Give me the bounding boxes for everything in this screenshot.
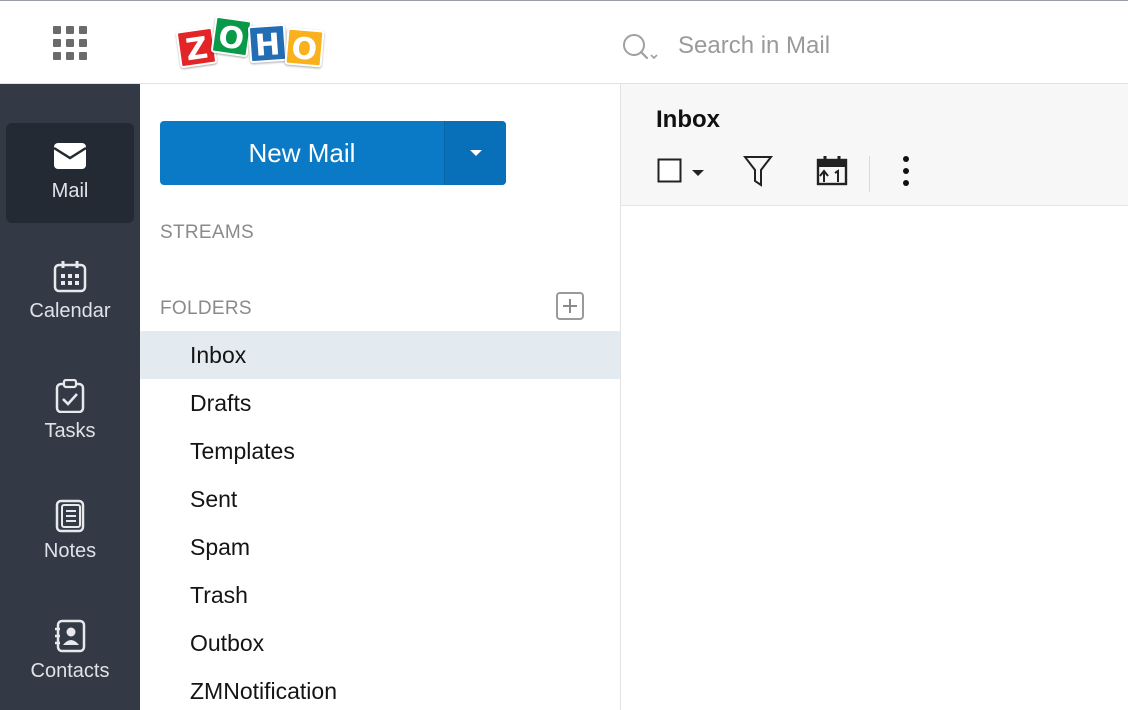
more-options-icon[interactable] (899, 154, 913, 190)
page-title: Inbox (656, 106, 720, 133)
new-mail-button[interactable]: New Mail (160, 121, 506, 185)
logo-letter-o1: O (210, 15, 253, 58)
folder-item-trash[interactable]: Trash (140, 571, 620, 619)
search-icon[interactable] (620, 31, 660, 63)
add-folder-plus-icon[interactable] (556, 292, 584, 320)
rail-label: Mail (51, 180, 89, 202)
rail-label: Contacts (30, 660, 110, 682)
folders-section-label[interactable]: FOLDERS (160, 298, 252, 320)
rail-item-calendar[interactable]: Calendar (6, 243, 134, 343)
calendar-sort-icon[interactable] (815, 154, 849, 188)
search-input[interactable]: Search in Mail (678, 32, 830, 60)
rail-item-tasks[interactable]: Tasks (6, 363, 134, 463)
new-mail-dropdown-chevron-down-icon[interactable] (444, 121, 506, 185)
select-all-checkbox[interactable] (657, 158, 707, 186)
contacts-icon (55, 619, 86, 653)
zoho-logo: Z O H O (175, 15, 326, 71)
folder-item-inbox[interactable]: Inbox (140, 331, 620, 379)
app-launcher-grid-icon[interactable] (53, 26, 87, 60)
folder-item-zmnotification[interactable]: ZMNotification (140, 667, 620, 710)
calendar-icon (53, 261, 87, 293)
rail-item-notes[interactable]: Notes (6, 483, 134, 583)
rail-item-contacts[interactable]: Contacts (6, 603, 134, 703)
logo-letter-h: H (247, 23, 288, 64)
rail-item-mail[interactable]: Mail (6, 123, 134, 223)
folder-item-templates[interactable]: Templates (140, 427, 620, 475)
mail-icon (53, 143, 87, 169)
logo-letter-o2: O (284, 27, 325, 68)
app-rail: Mail Calendar Tasks Notes Contacts (0, 84, 140, 710)
filter-icon[interactable] (743, 154, 773, 188)
top-bar: Z O H O Search in Mail (0, 1, 1128, 84)
new-mail-label: New Mail (248, 138, 356, 168)
mail-list-header: Inbox (621, 84, 1128, 206)
folder-item-spam[interactable]: Spam (140, 523, 620, 571)
rail-label: Notes (43, 540, 97, 562)
mail-list-pane: Inbox (621, 84, 1128, 710)
streams-section-label[interactable]: STREAMS (160, 222, 254, 244)
tasks-icon (55, 379, 85, 413)
folder-item-sent[interactable]: Sent (140, 475, 620, 523)
folder-item-drafts[interactable]: Drafts (140, 379, 620, 427)
toolbar-divider (869, 156, 870, 192)
folder-list: Inbox Drafts Templates Sent Spam Trash O… (140, 331, 620, 710)
zoho-mail-app: Z O H O Search in Mail Mail Calendar Tas… (0, 0, 1128, 710)
folders-panel: New Mail STREAMS FOLDERS Inbox Drafts Te… (140, 84, 621, 710)
rail-label: Calendar (29, 300, 111, 322)
notes-icon (55, 499, 85, 533)
folder-item-outbox[interactable]: Outbox (140, 619, 620, 667)
rail-label: Tasks (44, 420, 96, 442)
